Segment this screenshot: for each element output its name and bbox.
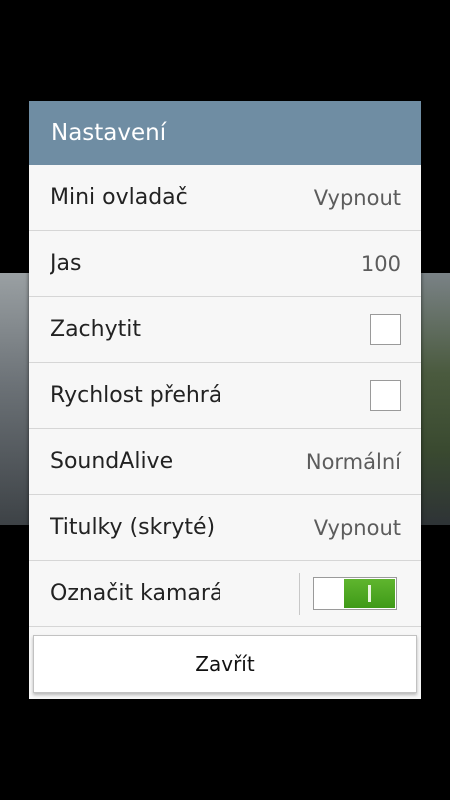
setting-row-soundalive[interactable]: SoundAlive Normální — [29, 429, 421, 495]
setting-label: Titulky (skryté) — [50, 515, 216, 540]
setting-row-brightness[interactable]: Jas 100 — [29, 231, 421, 297]
setting-row-tag-buddy[interactable]: Označit kamarády — [29, 561, 421, 627]
dialog-title: Nastavení — [29, 101, 421, 165]
video-scene-right — [418, 273, 450, 525]
video-scene-left — [0, 273, 32, 525]
setting-value: Vypnout — [313, 515, 401, 540]
setting-label: SoundAlive — [50, 449, 174, 474]
dialog-footer: Zavřít — [29, 632, 421, 699]
setting-row-subtitles[interactable]: Titulky (skryté) Vypnout — [29, 495, 421, 561]
setting-label: Jas — [50, 251, 82, 276]
setting-label: Označit kamarády — [50, 581, 220, 606]
setting-row-capture[interactable]: Zachytit — [29, 297, 421, 363]
setting-label: Rychlost přehrávání — [50, 383, 220, 408]
setting-row-playback-speed[interactable]: Rychlost přehrávání — [29, 363, 421, 429]
row-divider — [299, 573, 300, 615]
setting-value: Normální — [305, 449, 401, 474]
playback-speed-checkbox[interactable] — [370, 380, 401, 411]
close-button[interactable]: Zavřít — [33, 635, 417, 693]
setting-row-mini-controller[interactable]: Mini ovladač Vypnout — [29, 165, 421, 231]
setting-label: Zachytit — [50, 317, 141, 342]
setting-value: 100 — [360, 251, 401, 276]
setting-label: Mini ovladač — [50, 185, 188, 210]
capture-checkbox[interactable] — [370, 314, 401, 345]
tag-buddy-toggle[interactable] — [313, 577, 397, 610]
toggle-knob — [344, 579, 395, 608]
setting-value: Vypnout — [313, 185, 401, 210]
settings-dialog: Nastavení Mini ovladač Vypnout Jas 100 Z… — [29, 101, 421, 699]
